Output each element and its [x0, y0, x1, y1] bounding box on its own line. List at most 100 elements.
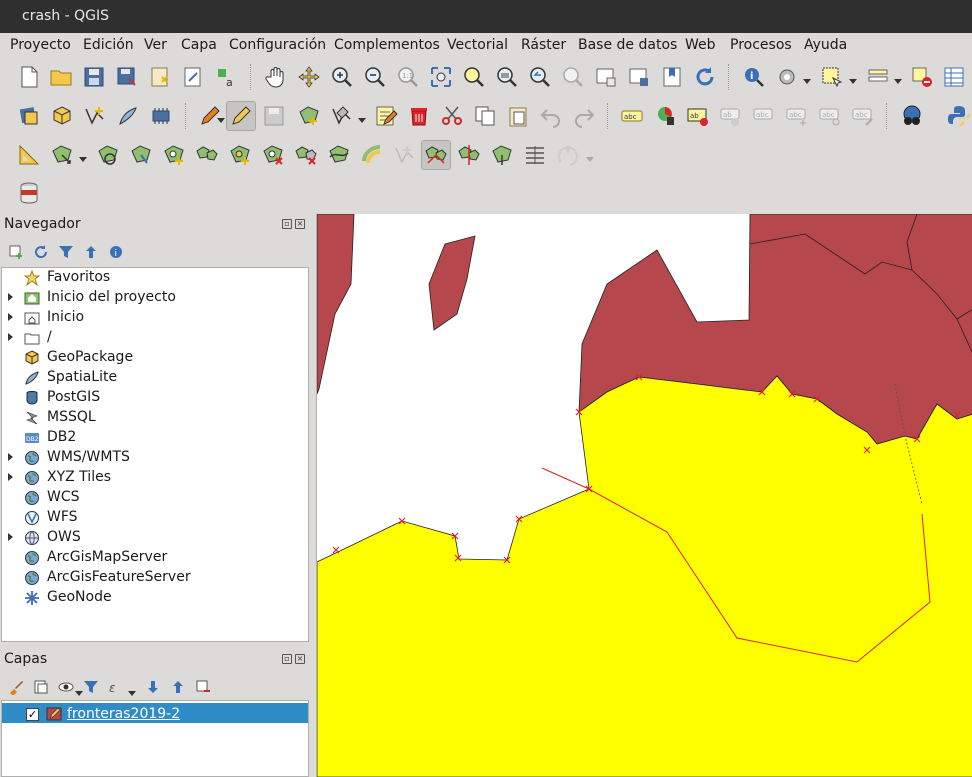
tree-item-geopackage[interactable]: GeoPackage: [2, 348, 308, 368]
select-by-value-icon[interactable]: [866, 65, 890, 89]
tree-item-wcs[interactable]: WCS: [2, 488, 308, 508]
python-console-icon[interactable]: [947, 104, 971, 128]
chevron-down-icon[interactable]: [217, 112, 225, 123]
layer-row-fronteras2019-2[interactable]: ✓ fronteras2019-2: [2, 703, 308, 723]
tree-item-ows[interactable]: OWS: [2, 528, 308, 548]
new-shapefile-layer-icon[interactable]: [83, 104, 107, 128]
menu-web[interactable]: Web: [685, 37, 716, 53]
offset-curve-icon[interactable]: [360, 143, 384, 167]
expand-arrow-icon[interactable]: [8, 333, 13, 341]
tree-item-inicio-del-proyecto[interactable]: Inicio del proyecto: [2, 288, 308, 308]
tree-item-arcgisfeatureserver[interactable]: ArcGisFeatureServer: [2, 568, 308, 588]
layout-manager-icon[interactable]: [181, 65, 205, 89]
metasearch-icon[interactable]: [900, 104, 924, 128]
properties-icon[interactable]: i: [108, 244, 124, 260]
zoom-native-icon[interactable]: 1:1: [396, 65, 420, 89]
rotate-feature-icon[interactable]: [96, 143, 120, 167]
collapse-all-icon[interactable]: [170, 679, 186, 695]
layer-visibility-checkbox[interactable]: ✓: [26, 708, 39, 721]
new-print-layout-icon[interactable]: [148, 65, 172, 89]
move-label-icon[interactable]: abc: [785, 104, 809, 128]
diagram-options-icon[interactable]: [653, 104, 677, 128]
panel-splitter[interactable]: [310, 214, 315, 777]
tree-item-postgis[interactable]: PostGIS: [2, 388, 308, 408]
attribute-table-icon[interactable]: [942, 65, 966, 89]
chevron-down-icon[interactable]: [75, 685, 83, 696]
remove-layer-icon[interactable]: [195, 679, 211, 695]
expand-arrow-icon[interactable]: [8, 293, 13, 301]
save-layer-edits-icon[interactable]: [262, 104, 286, 128]
split-features-icon[interactable]: [457, 143, 481, 167]
rotate-point-symbols-icon[interactable]: [556, 143, 580, 167]
merge-features-icon[interactable]: [490, 143, 514, 167]
zoom-full-icon[interactable]: [429, 65, 453, 89]
tree-item-arcgismapserver[interactable]: ArcGisMapServer: [2, 548, 308, 568]
pan-hand-icon[interactable]: [264, 65, 288, 89]
add-ring-icon[interactable]: [162, 143, 186, 167]
zoom-last-icon[interactable]: [528, 65, 552, 89]
tree-item-geonode[interactable]: GeoNode: [2, 588, 308, 608]
new-virtual-layer-icon[interactable]: [149, 104, 173, 128]
layer-labeling-icon[interactable]: ab: [686, 104, 710, 128]
chevron-down-icon[interactable]: [358, 112, 366, 123]
cad-tools-icon[interactable]: [17, 143, 41, 167]
filter-expression-icon[interactable]: ε: [108, 679, 124, 695]
menu-procesos[interactable]: Procesos: [730, 37, 792, 53]
simplify-feature-icon[interactable]: [129, 143, 153, 167]
save-project-icon[interactable]: [82, 65, 106, 89]
toggle-editing-icon[interactable]: [226, 101, 256, 131]
copy-features-icon[interactable]: [473, 104, 497, 128]
tree-item-spatialite[interactable]: SpatiaLite: [2, 368, 308, 388]
menu-complementos[interactable]: Complementos: [334, 37, 440, 53]
tree-item-root[interactable]: /: [2, 328, 308, 348]
show-hide-labels-icon[interactable]: abc: [752, 104, 776, 128]
filter-icon[interactable]: [58, 244, 74, 260]
tree-item-xyz-tiles[interactable]: XYZ Tiles: [2, 468, 308, 488]
add-polygon-feature-icon[interactable]: [297, 104, 321, 128]
new-map-view-icon[interactable]: [594, 65, 618, 89]
merge-attributes-icon[interactable]: [523, 143, 547, 167]
add-group-icon[interactable]: [33, 679, 49, 695]
vertex-tool-icon[interactable]: [330, 104, 354, 128]
style-paint-icon[interactable]: [8, 679, 24, 696]
tree-item-favoritos[interactable]: Favoritos: [2, 268, 308, 288]
change-label-icon[interactable]: abc: [851, 104, 875, 128]
add-part-icon[interactable]: [195, 143, 219, 167]
plugin-db-icon[interactable]: [17, 181, 41, 205]
chevron-down-icon[interactable]: [894, 73, 902, 84]
filter-icon[interactable]: [83, 679, 99, 695]
zoom-to-selection-icon[interactable]: [462, 65, 486, 89]
style-manager-icon[interactable]: a: [214, 65, 238, 89]
data-source-manager-icon[interactable]: [17, 104, 41, 128]
reshape-features-icon[interactable]: [327, 143, 351, 167]
pan-to-selection-icon[interactable]: [297, 65, 321, 89]
save-as-icon[interactable]: [115, 65, 139, 89]
add-selected-layers-icon[interactable]: [8, 244, 24, 260]
undock-icon[interactable]: ▫: [282, 654, 292, 664]
expand-all-icon[interactable]: [145, 679, 161, 695]
menu-edicion[interactable]: Edición: [83, 37, 134, 53]
zoom-in-icon[interactable]: [330, 65, 354, 89]
chevron-down-icon[interactable]: [849, 73, 857, 84]
menu-raster[interactable]: Ráster: [521, 37, 566, 53]
bookmark-icon[interactable]: [660, 65, 684, 89]
menu-vectorial[interactable]: Vectorial: [447, 37, 508, 53]
expand-arrow-icon[interactable]: [8, 533, 13, 541]
run-action-icon[interactable]: [775, 65, 799, 89]
chevron-down-icon[interactable]: [128, 685, 136, 696]
new-spatialite-layer-icon[interactable]: [116, 104, 140, 128]
delete-selected-icon[interactable]: [407, 104, 431, 128]
identify-features-icon[interactable]: i: [742, 65, 766, 89]
redo-icon[interactable]: [572, 104, 596, 128]
cut-features-icon[interactable]: [440, 104, 464, 128]
delete-part-icon[interactable]: [294, 143, 318, 167]
tree-item-db2[interactable]: DB2 DB2: [2, 428, 308, 448]
new-geopackage-layer-icon[interactable]: [50, 104, 74, 128]
collapse-all-icon[interactable]: [83, 244, 99, 260]
tree-item-mssql[interactable]: MSSQL: [2, 408, 308, 428]
label-toolbar-icon[interactable]: abc: [620, 104, 644, 128]
move-feature-icon[interactable]: [50, 143, 74, 167]
open-project-icon[interactable]: [49, 65, 73, 89]
tree-item-inicio[interactable]: Inicio: [2, 308, 308, 328]
new-project-icon[interactable]: [17, 65, 41, 89]
